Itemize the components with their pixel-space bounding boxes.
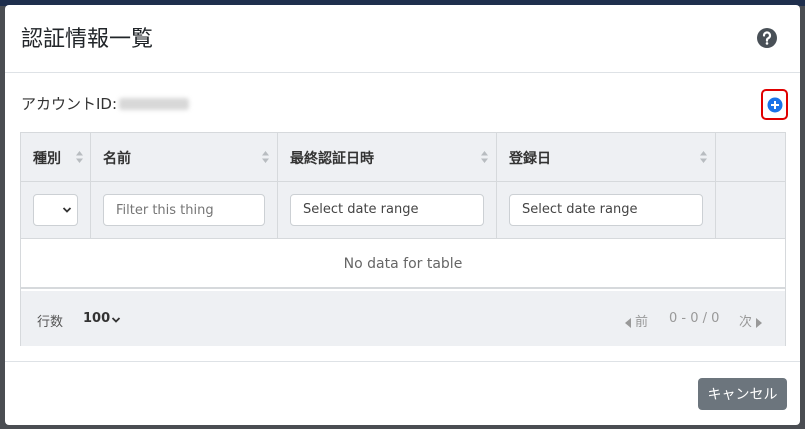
add-credential-button[interactable]: [761, 89, 788, 120]
rows-per-page-label: 行数: [37, 315, 64, 330]
caret-right-icon: [756, 317, 763, 328]
cancel-button[interactable]: キャンセル: [698, 378, 787, 410]
question-circle-icon[interactable]: [756, 27, 778, 49]
page-info: 0 - 0 / 0: [669, 311, 720, 326]
modal-title: 認証情報一覧: [21, 27, 154, 52]
filter-cell-name: [91, 182, 278, 238]
filter-cell-type: [21, 182, 91, 238]
rows-per-page-select[interactable]: 100: [83, 311, 110, 326]
type-filter-select[interactable]: [33, 194, 78, 226]
sort-icon: [700, 151, 707, 163]
modal-header: 認証情報一覧: [5, 5, 800, 73]
last-auth-date-range-input[interactable]: Select date range: [290, 194, 484, 226]
caret-left-icon: [625, 317, 631, 328]
plus-circle-icon: [767, 97, 782, 112]
pagination-bar: 行数 100 前 0 - 0 / 0 次: [21, 291, 785, 346]
account-id-label: アカウントID:: [21, 95, 118, 113]
account-id-row: アカウントID:: [21, 93, 190, 114]
empty-table-message: No data for table: [21, 239, 785, 289]
column-header-registered[interactable]: 登録日: [497, 133, 716, 181]
chevron-down-icon: [62, 207, 72, 213]
column-header-last-auth[interactable]: 最終認証日時: [278, 133, 497, 181]
previous-page-button[interactable]: 前: [625, 311, 648, 330]
filter-cell-registered: Select date range: [497, 182, 716, 238]
chevron-down-icon[interactable]: [111, 315, 121, 325]
column-header-type[interactable]: 種別: [21, 133, 91, 181]
name-filter-input[interactable]: [103, 194, 265, 226]
credentials-modal: 認証情報一覧 アカウントID: 種別 名前 最終認証日時 登録日 Filter …: [5, 5, 800, 425]
table-header-row: 種別 名前 最終認証日時 登録日: [21, 133, 785, 182]
credentials-table: 種別 名前 最終認証日時 登録日 Filter this thing Selec…: [20, 132, 786, 346]
sort-icon: [76, 151, 83, 163]
column-header-name[interactable]: 名前: [91, 133, 278, 181]
sort-icon: [481, 151, 488, 163]
account-id-value-redacted: [119, 97, 190, 110]
next-page-button[interactable]: 次: [739, 311, 763, 330]
table-filter-row: Select date range Select date range: [21, 182, 785, 239]
registered-date-range-input[interactable]: Select date range: [509, 194, 703, 226]
modal-footer-divider: [5, 361, 800, 362]
filter-cell-last-auth: Select date range: [278, 182, 497, 238]
sort-icon: [262, 151, 269, 163]
